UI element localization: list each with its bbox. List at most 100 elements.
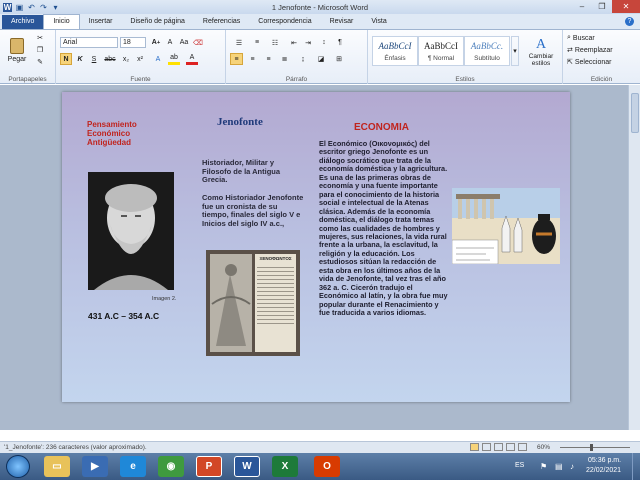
print-layout-icon[interactable] [470, 443, 479, 451]
excel-icon[interactable]: X [272, 456, 298, 477]
highlight-icon[interactable]: ab [168, 53, 180, 65]
numbering-icon[interactable]: ≡ [250, 37, 264, 48]
font-color-icon[interactable]: A [186, 53, 198, 65]
document-page[interactable]: Pensamiento Económico Antigüedad Jenofon… [62, 92, 570, 402]
minimize-button[interactable]: – [572, 0, 592, 13]
cut-icon[interactable]: ✂ [34, 33, 46, 43]
styles-group: AaBbCcI Énfasis AaBbCcI ¶ Normal AaBbCc.… [368, 30, 563, 84]
book-frontispiece [210, 254, 252, 352]
start-button[interactable] [6, 455, 30, 478]
tray-network-icon[interactable]: ▤ [555, 462, 563, 471]
search-icon: ⌕ [567, 34, 571, 41]
ribbon-tabs: Archivo Inicio Insertar Diseño de página… [0, 14, 640, 30]
status-word-count[interactable]: '1_Jenofonte': 236 caracteres (valor apr… [4, 442, 147, 453]
find-button[interactable]: ⌕ Buscar [567, 33, 595, 43]
tab-diseno-pagina[interactable]: Diseño de página [121, 15, 194, 29]
outline-icon[interactable] [506, 443, 515, 451]
web-layout-icon[interactable] [494, 443, 503, 451]
zoom-slider[interactable] [560, 447, 630, 448]
clock-date[interactable]: 22/02/2021 [586, 467, 621, 474]
help-icon[interactable]: ? [625, 17, 634, 26]
zoom-slider-thumb[interactable] [590, 444, 593, 451]
tab-inicio[interactable]: Inicio [43, 14, 80, 29]
italic-button[interactable]: K [74, 53, 86, 65]
close-button[interactable]: ✕ [612, 0, 640, 13]
copy-icon[interactable]: ❐ [34, 45, 46, 55]
window-title: 1 Jenofonte - Microsoft Word [271, 3, 369, 12]
tab-revisar[interactable]: Revisar [321, 15, 363, 29]
view-buttons [470, 443, 527, 451]
align-right-button[interactable]: ≡ [262, 53, 275, 65]
tray-flag-icon[interactable]: ⚑ [540, 462, 547, 471]
strikethrough-button[interactable]: abc [104, 53, 116, 65]
bold-button[interactable]: N [60, 53, 72, 65]
justify-button[interactable]: ≣ [278, 53, 291, 65]
word-icon[interactable]: W [234, 456, 260, 477]
zoom-level[interactable]: 60% [537, 442, 550, 453]
shading-icon[interactable]: ◪ [314, 53, 328, 65]
language-indicator[interactable]: ES [515, 462, 524, 469]
editing-group: ⌕ Buscar ⇄ Reemplazar ⇱ Seleccionar Edición [563, 30, 640, 84]
full-screen-icon[interactable] [482, 443, 491, 451]
media-player-icon[interactable]: ▶ [82, 456, 108, 477]
style-subtitulo[interactable]: AaBbCc. Subtítulo [464, 36, 510, 66]
change-case-icon[interactable]: Aa [178, 37, 190, 48]
line-spacing-icon[interactable]: ↨ [296, 53, 310, 65]
tab-archivo[interactable]: Archivo [2, 15, 44, 29]
scroll-thumb[interactable] [631, 93, 639, 133]
internet-explorer-icon[interactable]: e [120, 456, 146, 477]
borders-icon[interactable]: ⊞ [332, 53, 346, 65]
bullets-icon[interactable]: ☰ [232, 37, 246, 48]
sort-icon[interactable]: ↕ [318, 37, 330, 48]
tab-insertar[interactable]: Insertar [80, 15, 122, 29]
tab-correspondencia[interactable]: Correspondencia [249, 15, 320, 29]
taskbar: ▭ ▶ e ◉ P W X O ES ⚑ ▤ ♪ 05:36 p.m. 22/0… [0, 453, 640, 480]
multilevel-icon[interactable]: ☷ [268, 37, 282, 48]
font-group-label: Fuente [130, 76, 151, 83]
vertical-scrollbar[interactable] [628, 85, 640, 430]
explorer-icon[interactable]: ▭ [44, 456, 70, 477]
tab-vista[interactable]: Vista [362, 15, 395, 29]
align-center-button[interactable]: ≡ [246, 53, 259, 65]
heading-pensamiento: Pensamiento Económico Antigüedad [87, 120, 137, 148]
office-icon[interactable]: O [314, 456, 340, 477]
tray-volume-icon[interactable]: ♪ [570, 462, 574, 471]
increase-indent-icon[interactable]: ⇥ [302, 37, 314, 48]
tab-referencias[interactable]: Referencias [194, 15, 249, 29]
book-figure-drawing [211, 264, 251, 346]
styles-group-label: Estilos [455, 76, 475, 83]
subscript-button[interactable]: x₂ [120, 53, 132, 65]
greek-scene-image [452, 188, 560, 264]
maximize-button[interactable]: ❐ [592, 0, 612, 13]
styles-scroll-icon[interactable]: ▾ [511, 36, 519, 66]
powerpoint-icon[interactable]: P [196, 456, 222, 477]
select-button[interactable]: ⇱ Seleccionar [567, 57, 611, 67]
format-painter-icon[interactable]: ✎ [34, 57, 46, 67]
show-desktop-button[interactable] [632, 453, 640, 480]
paste-button[interactable]: Pegar [6, 33, 28, 67]
grow-font-icon[interactable]: A + [150, 37, 162, 48]
superscript-button[interactable]: x² [134, 53, 146, 65]
clear-format-icon[interactable]: ⌫ [192, 37, 204, 48]
replace-button[interactable]: ⇄ Reemplazar [567, 45, 613, 55]
clock-time[interactable]: 05:36 p.m. [588, 457, 621, 464]
font-size-box[interactable]: 18 [120, 37, 146, 48]
shrink-font-icon[interactable]: A [164, 37, 176, 48]
text-effects-icon[interactable]: A [152, 53, 164, 65]
dates-text: 431 A.C – 354 A.C [88, 311, 160, 321]
show-marks-icon[interactable]: ¶ [334, 37, 346, 48]
change-styles-icon: A [535, 36, 547, 52]
paragraph-group: ☰ ≡ ☷ ⇤ ⇥ ↕ ¶ ≡ ≡ ≡ ≣ ↨ ◪ ⊞ Párrafo [226, 30, 368, 84]
change-styles-button[interactable]: A Cambiar estilos [521, 32, 561, 72]
style-enfasis[interactable]: AaBbCcI Énfasis [372, 36, 418, 66]
select-icon: ⇱ [567, 59, 573, 66]
decrease-indent-icon[interactable]: ⇤ [288, 37, 300, 48]
underline-button[interactable]: S [88, 53, 100, 65]
font-group: Arial 18 A + A Aa ⌫ N K S abc x₂ x² A ab … [56, 30, 226, 84]
draft-icon[interactable] [518, 443, 527, 451]
book-image: ΞΕΝΟΦΩΝΤΟΣ [206, 250, 300, 356]
style-normal[interactable]: AaBbCcI ¶ Normal [418, 36, 464, 66]
font-name-box[interactable]: Arial [60, 37, 118, 48]
align-left-button[interactable]: ≡ [230, 53, 243, 65]
chrome-icon[interactable]: ◉ [158, 456, 184, 477]
